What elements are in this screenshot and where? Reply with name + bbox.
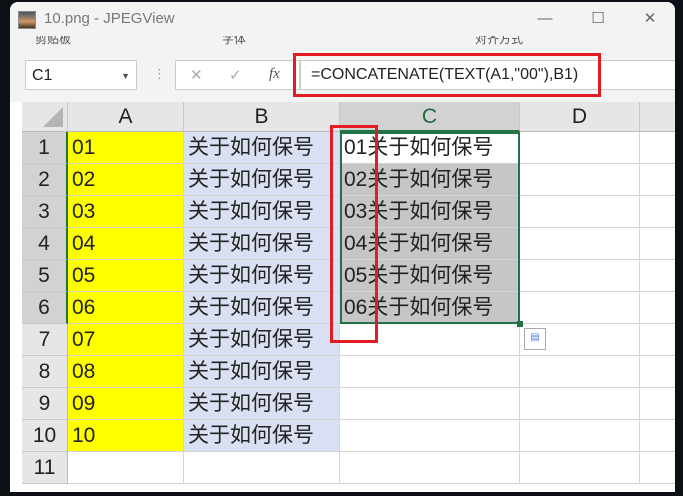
grip-icon: ⋮ <box>153 66 166 81</box>
cell-A6[interactable]: 06 <box>68 292 184 324</box>
cell-A10[interactable]: 10 <box>68 420 184 452</box>
cell-D5[interactable] <box>520 260 640 292</box>
cell-A11[interactable] <box>68 452 184 484</box>
cell-E6[interactable] <box>640 292 675 324</box>
cell-D4[interactable] <box>520 228 640 260</box>
cell-A5[interactable]: 05 <box>68 260 184 292</box>
cell-A4[interactable]: 04 <box>68 228 184 260</box>
cell-B11[interactable] <box>184 452 340 484</box>
title-bar: 10.png - JPEGView — ☐ ✕ <box>10 2 675 36</box>
column-header-b[interactable]: B <box>184 102 340 132</box>
fill-handle[interactable] <box>517 321 523 327</box>
cell-A8[interactable]: 08 <box>68 356 184 388</box>
cell-A9[interactable]: 09 <box>68 388 184 420</box>
row-header-4[interactable]: 4 <box>22 228 68 260</box>
row-header-7[interactable]: 7 <box>22 324 68 356</box>
row-header-6[interactable]: 6 <box>22 292 68 324</box>
row-header-8[interactable]: 8 <box>22 356 68 388</box>
cell-E7[interactable] <box>640 324 675 356</box>
cell-C8[interactable] <box>340 356 520 388</box>
cell-B9[interactable]: 关于如何保号 <box>184 388 340 420</box>
row-header-11[interactable]: 11 <box>22 452 68 484</box>
cell-A3[interactable]: 03 <box>68 196 184 228</box>
cancel-icon[interactable]: ✕ <box>190 66 203 84</box>
select-all-corner[interactable] <box>22 102 68 132</box>
cell-D10[interactable] <box>520 420 640 452</box>
window-title: 10.png - JPEGView <box>44 10 175 27</box>
cell-B5[interactable]: 关于如何保号 <box>184 260 340 292</box>
jpegview-window: 10.png - JPEGView — ☐ ✕ 剪贴板 字体 对齐方式 C1 ▼ … <box>10 2 675 492</box>
cell-B3[interactable]: 关于如何保号 <box>184 196 340 228</box>
cell-D2[interactable] <box>520 164 640 196</box>
formula-controls: ✕ ✓ fx <box>175 60 300 90</box>
column-header-d[interactable]: D <box>520 102 640 132</box>
cell-E3[interactable] <box>640 196 675 228</box>
cell-E8[interactable] <box>640 356 675 388</box>
minimize-button[interactable]: — <box>525 6 565 32</box>
cell-D1[interactable] <box>520 132 640 164</box>
enter-icon[interactable]: ✓ <box>229 66 242 84</box>
chevron-down-icon[interactable]: ▼ <box>121 61 130 91</box>
cell-B1[interactable]: 关于如何保号 <box>184 132 340 164</box>
cell-D3[interactable] <box>520 196 640 228</box>
close-button[interactable]: ✕ <box>630 6 670 32</box>
cell-C11[interactable] <box>340 452 520 484</box>
cell-B4[interactable]: 关于如何保号 <box>184 228 340 260</box>
ribbon-group-clipboard: 剪贴板 <box>35 36 72 46</box>
ribbon-group-font: 字体 <box>222 36 247 46</box>
cell-A2[interactable]: 02 <box>68 164 184 196</box>
prefix-highlight-box <box>330 125 378 343</box>
row-header-2[interactable]: 2 <box>22 164 68 196</box>
ribbon-group-labels: 剪贴板 字体 对齐方式 <box>10 36 675 50</box>
cell-E4[interactable] <box>640 228 675 260</box>
row-header-3[interactable]: 3 <box>22 196 68 228</box>
column-header-a[interactable]: A <box>68 102 184 132</box>
cell-C9[interactable] <box>340 388 520 420</box>
cell-E2[interactable] <box>640 164 675 196</box>
cell-B8[interactable]: 关于如何保号 <box>184 356 340 388</box>
cell-E1[interactable] <box>640 132 675 164</box>
quick-analysis-icon[interactable]: ▤ <box>524 328 546 350</box>
cell-E5[interactable] <box>640 260 675 292</box>
cell-E10[interactable] <box>640 420 675 452</box>
row-header-5[interactable]: 5 <box>22 260 68 292</box>
cell-A7[interactable]: 07 <box>68 324 184 356</box>
cell-D6[interactable] <box>520 292 640 324</box>
cell-E9[interactable] <box>640 388 675 420</box>
cell-A1[interactable]: 01 <box>68 132 184 164</box>
name-box-value: C1 <box>32 67 53 84</box>
cell-B10[interactable]: 关于如何保号 <box>184 420 340 452</box>
cell-B2[interactable]: 关于如何保号 <box>184 164 340 196</box>
cell-B6[interactable]: 关于如何保号 <box>184 292 340 324</box>
cell-D8[interactable] <box>520 356 640 388</box>
column-header-e[interactable] <box>640 102 675 132</box>
fx-icon[interactable]: fx <box>269 66 280 83</box>
row-header-10[interactable]: 10 <box>22 420 68 452</box>
row-header-1[interactable]: 1 <box>22 132 68 164</box>
cell-E11[interactable] <box>640 452 675 484</box>
cell-C10[interactable] <box>340 420 520 452</box>
cell-D9[interactable] <box>520 388 640 420</box>
row-header-9[interactable]: 9 <box>22 388 68 420</box>
cell-D11[interactable] <box>520 452 640 484</box>
name-box[interactable]: C1 ▼ <box>25 60 137 90</box>
ribbon-group-alignment: 对齐方式 <box>475 36 524 46</box>
cell-B7[interactable]: 关于如何保号 <box>184 324 340 356</box>
app-icon <box>18 11 36 29</box>
maximize-button[interactable]: ☐ <box>578 6 618 32</box>
formula-highlight-box <box>293 53 601 97</box>
